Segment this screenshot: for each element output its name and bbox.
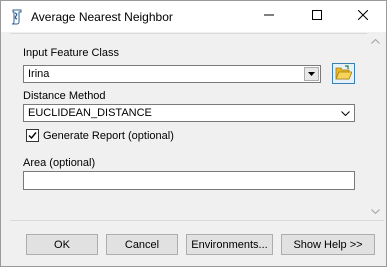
scroll-down-icon[interactable] <box>367 203 384 220</box>
maximize-icon <box>312 10 322 23</box>
dialog-window: Average Nearest Neighbor Input Feature C… <box>0 0 387 267</box>
browse-button[interactable] <box>332 63 355 84</box>
ok-button[interactable]: OK <box>26 234 98 255</box>
scroll-up-icon[interactable] <box>367 33 384 50</box>
distance-method-value: EUCLIDEAN_DISTANCE <box>28 107 152 119</box>
input-feature-class-label: Input Feature Class <box>23 47 119 59</box>
window-title: Average Nearest Neighbor <box>31 10 173 24</box>
cancel-button[interactable]: Cancel <box>106 234 178 255</box>
chevron-down-icon[interactable] <box>338 107 352 120</box>
close-icon <box>357 9 369 23</box>
chevron-down-icon[interactable] <box>304 67 319 81</box>
input-feature-class-dropdown[interactable]: Irina <box>23 65 321 83</box>
open-folder-icon <box>335 64 353 83</box>
maximize-button[interactable] <box>300 1 334 32</box>
close-button[interactable] <box>346 1 380 32</box>
input-feature-class-value: Irina <box>28 68 50 80</box>
distance-method-dropdown[interactable]: EUCLIDEAN_DISTANCE <box>23 104 355 122</box>
vertical-scrollbar[interactable] <box>367 33 384 220</box>
distance-method-label: Distance Method <box>23 90 106 102</box>
generate-report-checkbox[interactable] <box>26 129 39 142</box>
environments-button[interactable]: Environments... <box>186 234 273 255</box>
area-input[interactable] <box>23 171 355 190</box>
generate-report-label: Generate Report (optional) <box>43 129 174 142</box>
show-help-button[interactable]: Show Help >> <box>281 234 375 255</box>
title-bar[interactable]: Average Nearest Neighbor <box>1 1 386 32</box>
button-bar-divider <box>10 220 384 221</box>
minimize-icon <box>264 10 274 23</box>
area-label: Area (optional) <box>23 157 96 169</box>
generate-report-row[interactable]: Generate Report (optional) <box>26 129 174 142</box>
parameters-panel <box>10 33 367 220</box>
minimize-button[interactable] <box>252 1 286 32</box>
toolbox-script-icon <box>10 9 24 25</box>
